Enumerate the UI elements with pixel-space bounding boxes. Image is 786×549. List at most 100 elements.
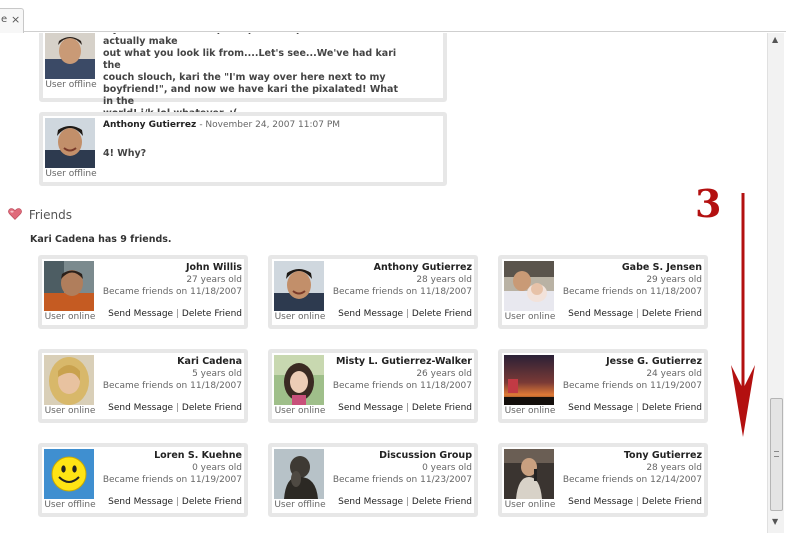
tab-label: e	[1, 14, 8, 25]
delete-friend-link[interactable]: Delete Friend	[412, 309, 472, 319]
delete-friend-link[interactable]: Delete Friend	[412, 497, 472, 507]
friend-card: User online Tony Gutierrez 28 years old …	[498, 443, 708, 517]
friend-picture[interactable]	[44, 261, 94, 311]
friend-name[interactable]: Gabe S. Jensen	[622, 262, 702, 273]
friend-age: 26 years old	[416, 369, 472, 379]
friend-actions: Send Message | Delete Friend	[568, 403, 702, 413]
delete-friend-link[interactable]: Delete Friend	[642, 403, 702, 413]
action-separator: |	[175, 309, 180, 319]
friend-name[interactable]: Misty L. Gutierrez-Walker	[336, 356, 472, 367]
browser-tab[interactable]: e ×	[0, 8, 24, 33]
user-status: User offline	[45, 80, 97, 90]
friend-since: Became friends on 11/18/2007	[332, 381, 472, 391]
friend-picture[interactable]	[504, 449, 554, 499]
friend-picture[interactable]	[504, 355, 554, 405]
send-message-link[interactable]: Send Message	[108, 403, 173, 413]
friend-age: 28 years old	[416, 275, 472, 285]
comment-author: Anthony Gutierrez - November 24, 2007 11…	[103, 120, 340, 130]
friend-age: 27 years old	[186, 275, 242, 285]
user-status: User offline	[274, 500, 326, 510]
friend-card: User online Anthony Gutierrez 28 years o…	[268, 255, 478, 329]
friend-card: User online Kari Cadena 5 years old Beca…	[38, 349, 248, 423]
friend-name[interactable]: Loren S. Kuehne	[154, 450, 242, 461]
tab-strip: e ×	[0, 0, 786, 33]
friends-heading: Friends	[8, 208, 72, 222]
delete-friend-link[interactable]: Delete Friend	[642, 309, 702, 319]
friend-picture[interactable]	[44, 449, 94, 499]
send-message-link[interactable]: Send Message	[568, 403, 633, 413]
send-message-link[interactable]: Send Message	[568, 497, 633, 507]
friend-actions: Send Message | Delete Friend	[108, 497, 242, 507]
friend-since: Became friends on 11/19/2007	[562, 381, 702, 391]
action-separator: |	[405, 309, 410, 319]
friend-card: User offline Discussion Group 0 years ol…	[268, 443, 478, 517]
user-status: User online	[274, 406, 326, 416]
send-message-link[interactable]: Send Message	[338, 403, 403, 413]
friend-name[interactable]: Tony Gutierrez	[624, 450, 702, 461]
scroll-up-icon[interactable]: ▲	[772, 35, 778, 44]
friend-age: 0 years old	[192, 463, 242, 473]
delete-friend-link[interactable]: Delete Friend	[182, 403, 242, 413]
friend-since: Became friends on 11/18/2007	[562, 287, 702, 297]
friend-since: Became friends on 11/18/2007	[102, 381, 242, 391]
user-status: User offline	[44, 500, 96, 510]
comment-body: 4! Why?	[103, 148, 147, 159]
friends-heading-label: Friends	[28, 208, 72, 222]
friend-since: Became friends on 11/23/2007	[332, 475, 472, 485]
friend-card: User online John Willis 27 years old Bec…	[38, 255, 248, 329]
user-status: User online	[44, 312, 96, 322]
heart-icon	[8, 208, 22, 220]
send-message-link[interactable]: Send Message	[338, 497, 403, 507]
delete-friend-link[interactable]: Delete Friend	[182, 497, 242, 507]
friend-age: 0 years old	[422, 463, 472, 473]
friend-picture[interactable]	[274, 355, 324, 405]
action-separator: |	[635, 497, 640, 507]
friend-age: 5 years old	[192, 369, 242, 379]
friend-actions: Send Message | Delete Friend	[568, 309, 702, 319]
user-status: User online	[274, 312, 326, 322]
friend-picture[interactable]	[274, 449, 324, 499]
send-message-link[interactable]: Send Message	[108, 309, 173, 319]
send-message-link[interactable]: Send Message	[568, 309, 633, 319]
friend-name[interactable]: Discussion Group	[379, 450, 472, 461]
friend-card: User offline Loren S. Kuehne 0 years old…	[38, 443, 248, 517]
user-status: User online	[504, 500, 556, 510]
comment-body: My dear Kari. Please put a picture up th…	[103, 33, 399, 119]
friend-card: User online Jesse G. Gutierrez 24 years …	[498, 349, 708, 423]
friend-picture[interactable]	[44, 355, 94, 405]
friend-name[interactable]: Kari Cadena	[177, 356, 242, 367]
friend-since: Became friends on 11/18/2007	[102, 287, 242, 297]
friend-picture[interactable]	[274, 261, 324, 311]
avatar	[45, 118, 95, 168]
author-name[interactable]: Anthony Gutierrez	[103, 120, 196, 130]
send-message-link[interactable]: Send Message	[338, 309, 403, 319]
action-separator: |	[405, 403, 410, 413]
user-status: User online	[504, 312, 556, 322]
action-separator: |	[405, 497, 410, 507]
user-status: User online	[504, 406, 556, 416]
friend-age: 28 years old	[646, 463, 702, 473]
friend-picture[interactable]	[504, 261, 554, 311]
scroll-down-icon[interactable]: ▼	[772, 517, 778, 526]
action-separator: |	[175, 403, 180, 413]
grip-icon	[774, 451, 779, 457]
friend-actions: Send Message | Delete Friend	[338, 309, 472, 319]
scrollbar-thumb[interactable]	[770, 398, 783, 511]
close-icon[interactable]: ×	[11, 14, 20, 25]
friend-name[interactable]: Jesse G. Gutierrez	[606, 356, 702, 367]
friend-actions: Send Message | Delete Friend	[108, 309, 242, 319]
delete-friend-link[interactable]: Delete Friend	[642, 497, 702, 507]
friend-name[interactable]: John Willis	[186, 262, 242, 273]
friend-actions: Send Message | Delete Friend	[338, 497, 472, 507]
delete-friend-link[interactable]: Delete Friend	[412, 403, 472, 413]
comment-card: User offline Anthony Gutierrez - Novembe…	[39, 112, 447, 186]
friends-count: Kari Cadena has 9 friends.	[30, 234, 172, 245]
step-number-annotation: 3	[695, 181, 722, 226]
action-separator: |	[635, 403, 640, 413]
send-message-link[interactable]: Send Message	[108, 497, 173, 507]
friend-since: Became friends on 11/19/2007	[102, 475, 242, 485]
delete-friend-link[interactable]: Delete Friend	[182, 309, 242, 319]
vertical-scrollbar[interactable]: ▲ ▼	[767, 33, 784, 533]
friend-name[interactable]: Anthony Gutierrez	[374, 262, 472, 273]
avatar	[45, 33, 95, 79]
